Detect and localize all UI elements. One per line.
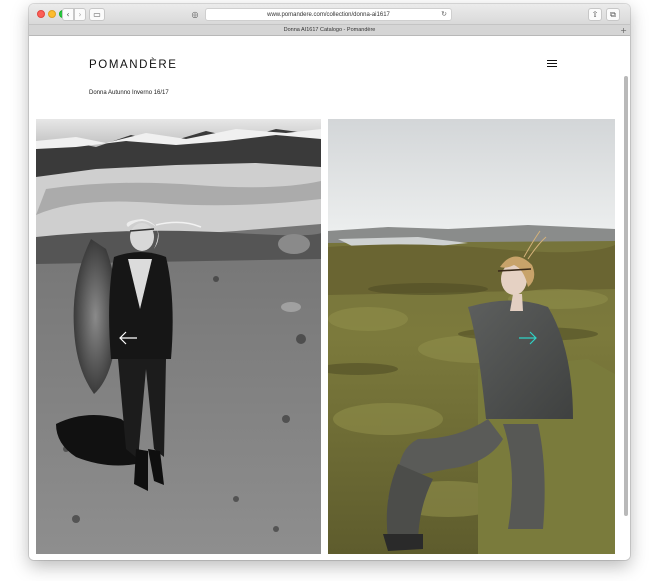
share-icon[interactable]: ⇧ bbox=[588, 8, 602, 21]
window-close-button[interactable] bbox=[37, 10, 45, 18]
gallery-photo-bw[interactable] bbox=[36, 119, 321, 554]
new-tab-button[interactable]: + bbox=[620, 25, 627, 36]
tab-title[interactable]: Donna AI1617 Catalogo - Pomandère bbox=[284, 27, 376, 33]
site-logo[interactable]: POMANDÈRE bbox=[89, 59, 178, 71]
page-content: POMANDÈRE Donna Autunno Inverno 16/17 bbox=[29, 36, 630, 560]
tabs-icon[interactable]: ⧉ bbox=[606, 8, 620, 21]
arrow-right-icon[interactable] bbox=[518, 331, 538, 345]
bw-photo-image bbox=[36, 119, 321, 554]
url-text: www.pomandere.com/collection/donna-ai161… bbox=[267, 11, 390, 18]
browser-toolbar: ‹ › ▭ ◎ www.pomandere.com/collection/don… bbox=[29, 4, 630, 25]
gallery-photo-color[interactable] bbox=[328, 119, 615, 554]
sidebar-icon[interactable]: ▭ bbox=[89, 8, 105, 21]
window-minimize-button[interactable] bbox=[48, 10, 56, 18]
collection-title: Donna Autunno Inverno 16/17 bbox=[89, 90, 169, 96]
forward-button[interactable]: › bbox=[74, 8, 86, 21]
address-bar[interactable]: www.pomandere.com/collection/donna-ai161… bbox=[205, 8, 452, 21]
scrollbar[interactable] bbox=[624, 76, 629, 546]
back-button[interactable]: ‹ bbox=[62, 8, 74, 21]
arrow-left-icon[interactable] bbox=[118, 331, 138, 345]
browser-window: ‹ › ▭ ◎ www.pomandere.com/collection/don… bbox=[29, 4, 630, 560]
reader-icon[interactable]: ◎ bbox=[189, 8, 201, 21]
color-photo-image bbox=[328, 119, 615, 554]
scrollbar-thumb[interactable] bbox=[624, 76, 628, 516]
menu-icon[interactable] bbox=[547, 59, 557, 68]
tab-bar: Donna AI1617 Catalogo - Pomandère + bbox=[29, 25, 630, 36]
reload-icon[interactable]: ↻ bbox=[441, 10, 447, 18]
